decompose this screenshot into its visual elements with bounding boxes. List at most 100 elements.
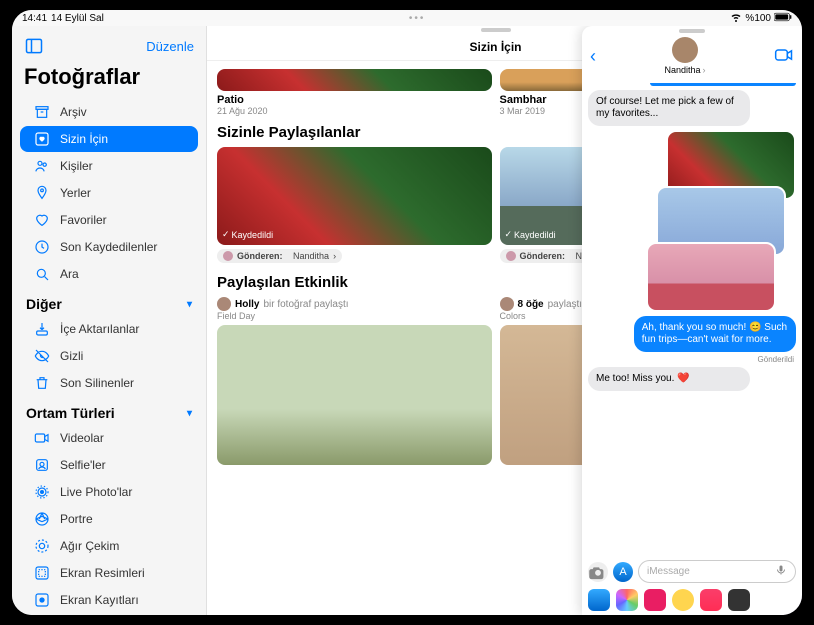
sidebar-item-label: Ağır Çekim	[60, 539, 119, 553]
sidebar-item-clock[interactable]: Son Kaydedilenler	[20, 234, 198, 260]
sidebar-item-record[interactable]: Ekran Kayıtları	[20, 587, 198, 613]
sidebar-item-label: Ekran Kayıtları	[60, 593, 139, 607]
slowmo-icon	[34, 538, 50, 554]
sidebar-item-heart-square[interactable]: Sizin İçin	[20, 126, 198, 152]
aperture-icon	[34, 511, 50, 527]
sidebar-section-header[interactable]: Ortam Türleri ▾	[12, 397, 206, 424]
facetime-button[interactable]	[774, 45, 794, 68]
activity-card[interactable]: Holly bir fotoğraf paylaştı Field Day	[217, 297, 492, 465]
sidebar-item-label: Selfie'ler	[60, 458, 106, 472]
message-thread[interactable]: Of course! Let me pick a few of my favor…	[582, 79, 802, 556]
sidebar-item-label: Videolar	[60, 431, 104, 445]
message-input[interactable]: iMessage	[638, 560, 796, 583]
section-title: Diğer	[26, 296, 62, 312]
sidebar-item-pin[interactable]: Yerler	[20, 180, 198, 206]
sidebar-item-label: Son Silinenler	[60, 376, 134, 390]
sidebar-item-slowmo[interactable]: Ağır Çekim	[20, 533, 198, 559]
memory-card[interactable]: Patio 21 Ağu 2020	[217, 69, 492, 116]
ipad-frame: 14:41 14 Eylül Sal ••• %100 Düzenle Foto…	[0, 0, 814, 625]
pin-icon	[34, 185, 50, 201]
eye-off-icon	[34, 348, 50, 364]
status-date: 14 Eylül Sal	[51, 13, 104, 24]
sidebar-item-import[interactable]: İçe Aktarılanlar	[20, 316, 198, 342]
sidebar-item-eye-off[interactable]: Gizli	[20, 343, 198, 369]
sidebar-item-video[interactable]: Videolar	[20, 425, 198, 451]
sidebar-item-label: Gizli	[60, 349, 83, 363]
message-bubble-in[interactable]: Me too! Miss you. ❤️	[588, 367, 750, 391]
sidebar-item-label: Kişiler	[60, 159, 93, 173]
app-store-icon[interactable]	[588, 589, 610, 611]
delivered-label: Gönderildi	[590, 355, 794, 364]
section-title: Ortam Türleri	[26, 405, 115, 421]
photos-app-icon[interactable]	[616, 589, 638, 611]
sidebar-section-header[interactable]: Paylaşılan Albümler▾	[12, 614, 206, 615]
live-icon	[34, 484, 50, 500]
memory-date: 21 Ağu 2020	[217, 106, 492, 116]
battery-icon	[774, 12, 792, 25]
sidebar-item-aperture[interactable]: Portre	[20, 506, 198, 532]
sidebar-item-screenshot[interactable]: Ekran Resimleri	[20, 560, 198, 586]
people-icon	[34, 158, 50, 174]
saved-badge: ✓ Kaydedildi	[505, 229, 556, 240]
attachment-image[interactable]	[646, 242, 776, 312]
selfie-icon	[34, 457, 50, 473]
sidebar-item-search[interactable]: Ara	[20, 261, 198, 287]
battery-percent: %100	[745, 13, 771, 24]
contact-avatar	[672, 37, 698, 63]
sidebar: Düzenle Fotoğraflar ArşivSizin İçinKişil…	[12, 26, 207, 615]
messages-slideover: ‹ Nanditha › Of course! Let me pick a fe…	[582, 26, 802, 615]
image-attachments[interactable]	[646, 130, 796, 312]
chevron-down-icon: ▾	[187, 408, 192, 419]
chevron-right-icon: ›	[703, 65, 706, 75]
sidebar-item-label: İçe Aktarılanlar	[60, 322, 139, 336]
search-icon	[34, 266, 50, 282]
music-app-icon[interactable]	[700, 589, 722, 611]
trash-icon	[34, 375, 50, 391]
clock-icon	[34, 239, 50, 255]
app-icon[interactable]	[644, 589, 666, 611]
memory-title: Patio	[217, 94, 492, 106]
sidebar-item-people[interactable]: Kişiler	[20, 153, 198, 179]
message-bubble-in[interactable]: Of course! Let me pick a few of my favor…	[588, 90, 750, 126]
contact-header[interactable]: Nanditha ›	[664, 37, 705, 75]
saved-badge: ✓ Kaydedildi	[222, 229, 273, 240]
heart-icon	[34, 212, 50, 228]
sidebar-item-trash[interactable]: Son Silinenler	[20, 370, 198, 396]
dictate-icon[interactable]	[775, 564, 787, 579]
back-button[interactable]: ‹	[590, 46, 596, 67]
sidebar-section-header[interactable]: Diğer▾	[12, 288, 206, 315]
status-time: 14:41	[22, 13, 47, 24]
sidebar-item-label: Yerler	[60, 186, 91, 200]
imessage-apps-row	[582, 587, 802, 615]
record-icon	[34, 592, 50, 608]
avatar	[217, 297, 231, 311]
shared-card[interactable]: ✓ Kaydedildi Gönderen: Nanditha ›	[217, 147, 492, 266]
message-bubble-out[interactable]: Ah, thank you so much! 😊 Such fun trips—…	[634, 316, 796, 352]
multitask-dots[interactable]: •••	[409, 13, 426, 24]
sidebar-toggle-icon[interactable]	[24, 36, 44, 56]
sidebar-item-label: Portre	[60, 512, 93, 526]
sender-pill[interactable]: Gönderen: Nanditha ›	[217, 249, 342, 263]
status-bar: 14:41 14 Eylül Sal ••• %100	[12, 10, 802, 26]
memoji-icon[interactable]	[672, 589, 694, 611]
sidebar-item-heart[interactable]: Favoriler	[20, 207, 198, 233]
sidebar-item-selfie[interactable]: Selfie'ler	[20, 452, 198, 478]
edit-button[interactable]: Düzenle	[146, 39, 194, 54]
screen: 14:41 14 Eylül Sal ••• %100 Düzenle Foto…	[12, 10, 802, 615]
sidebar-item-live[interactable]: Live Photo'lar	[20, 479, 198, 505]
app-icon[interactable]	[728, 589, 750, 611]
camera-button[interactable]	[588, 562, 608, 582]
sidebar-item-label: Arşiv	[60, 105, 87, 119]
wifi-icon	[730, 11, 742, 26]
archive-icon	[34, 104, 50, 120]
sidebar-item-label: Ekran Resimleri	[60, 566, 145, 580]
sidebar-item-label: Sizin İçin	[60, 132, 108, 146]
avatar	[500, 297, 514, 311]
sidebar-item-archive[interactable]: Arşiv	[20, 99, 198, 125]
import-icon	[34, 321, 50, 337]
appstore-button[interactable]: A	[613, 562, 633, 582]
sidebar-item-label: Ara	[60, 267, 79, 281]
content-handle[interactable]	[481, 28, 511, 32]
screenshot-icon	[34, 565, 50, 581]
sidebar-item-label: Son Kaydedilenler	[60, 240, 157, 254]
